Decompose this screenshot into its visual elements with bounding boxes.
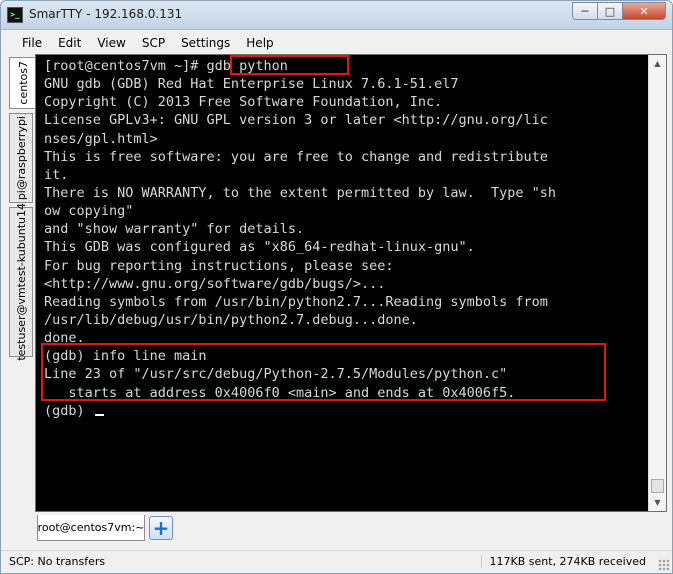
terminal-line: it.	[44, 166, 69, 183]
menu-bar: File Edit View SCP Settings Help	[1, 33, 672, 53]
terminal-line: This is free software: you are free to c…	[44, 148, 548, 165]
resize-grip-icon[interactable]	[658, 559, 670, 571]
scrollbar-thumb[interactable]	[651, 479, 664, 493]
terminal-line: <http://www.gnu.org/software/gdb/bugs/>.…	[44, 275, 386, 292]
close-button[interactable]: ✕	[623, 2, 666, 20]
terminal-line: For bug reporting instructions, please s…	[44, 257, 394, 274]
prompt-line: (gdb)	[44, 402, 648, 420]
menu-scp[interactable]: SCP	[135, 33, 172, 53]
add-tab-button[interactable]: +	[149, 516, 173, 540]
menu-view[interactable]: View	[90, 33, 132, 53]
terminal-line: (gdb)	[44, 402, 93, 419]
terminal-line: nses/gpl.html>	[44, 130, 158, 147]
terminal-line: Reading symbols from /usr/bin/python2.7.…	[44, 293, 548, 310]
scp-status: SCP: No transfers	[9, 555, 106, 568]
app-window: >_ SmarTTY - 192.168.0.131 ─ □ ✕ File Ed…	[0, 0, 673, 574]
terminal-area[interactable]: [root@centos7vm ~]# gdb python GNU gdb (…	[35, 54, 667, 512]
status-bar: SCP: No transfers 117KB sent, 274KB rece…	[1, 550, 672, 573]
minimize-icon: ─	[581, 4, 589, 18]
tab-root-centos7vm[interactable]: root@centos7vm:~	[37, 515, 145, 541]
terminal-line: and "show warranty" for details.	[44, 221, 305, 238]
menu-settings[interactable]: Settings	[174, 33, 237, 53]
terminal-screen[interactable]: [root@centos7vm ~]# gdb python GNU gdb (…	[44, 57, 648, 507]
menu-file[interactable]: File	[15, 33, 49, 53]
tab-raspberrypi[interactable]: pi@raspberrypi	[9, 113, 33, 203]
window-title: SmarTTY - 192.168.0.131	[29, 7, 183, 21]
traffic-status: 117KB sent, 274KB received	[480, 555, 646, 568]
plus-icon: +	[152, 516, 170, 540]
highlight-info-line	[41, 343, 606, 401]
terminal-icon: >_	[7, 7, 23, 23]
bottom-tab-bar: root@centos7vm:~ +	[35, 515, 666, 543]
maximize-button[interactable]: □	[598, 2, 623, 20]
terminal-line: This GDB was configured as "x86_64-redha…	[44, 239, 475, 256]
terminal-line: /usr/lib/debug/usr/bin/python2.7.debug..…	[44, 311, 418, 328]
tab-centos7[interactable]: centos7	[9, 57, 36, 109]
terminal-line: Copyright (C) 2013 Free Software Foundat…	[44, 94, 443, 111]
terminal-line: There is NO WARRANTY, to the extent perm…	[44, 184, 557, 201]
terminal-scrollbar[interactable]: ▲ ▼	[648, 55, 666, 511]
menu-help[interactable]: Help	[239, 33, 280, 53]
scroll-down-icon[interactable]: ▼	[649, 494, 666, 511]
scroll-up-icon[interactable]: ▲	[649, 55, 666, 72]
session-tabs: centos7 pi@raspberrypi testuser@vmtest-k…	[9, 57, 36, 517]
title-bar[interactable]: >_ SmarTTY - 192.168.0.131 ─ □ ✕	[1, 1, 672, 30]
close-icon: ✕	[639, 4, 649, 18]
minimize-button[interactable]: ─	[572, 2, 598, 20]
terminal-line: License GPLv3+: GNU GPL version 3 or lat…	[44, 112, 548, 129]
tab-vmtest-kubuntu[interactable]: testuser@vmtest-kubuntu14	[9, 203, 33, 361]
maximize-icon: □	[604, 4, 616, 18]
terminal-line: GNU gdb (GDB) Red Hat Enterprise Linux 7…	[44, 76, 459, 93]
window-controls: ─ □ ✕	[572, 2, 666, 20]
menu-edit[interactable]: Edit	[51, 33, 88, 53]
text-cursor	[94, 413, 104, 416]
terminal-line: ow copying"	[44, 203, 134, 220]
highlight-gdb-command	[230, 55, 349, 75]
